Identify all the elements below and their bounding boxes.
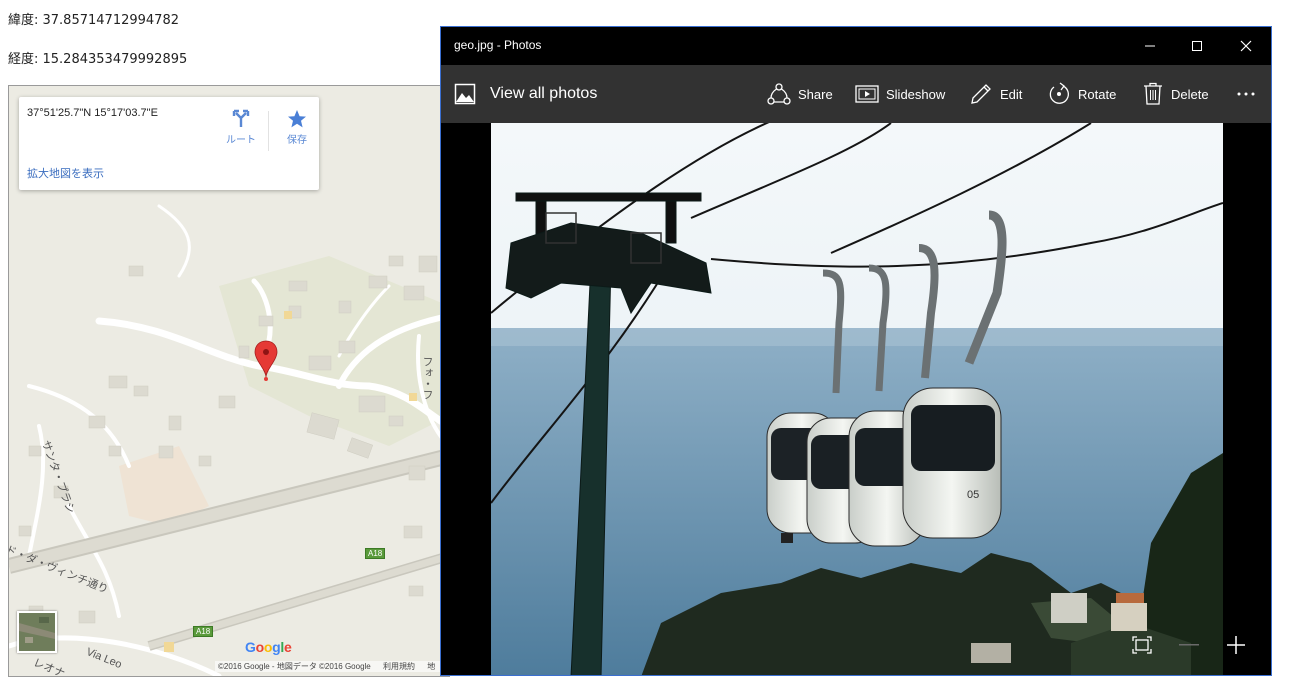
share-label: Share	[798, 86, 833, 102]
close-button[interactable]	[1223, 27, 1269, 65]
slideshow-button[interactable]: Slideshow	[855, 65, 945, 123]
edit-label: Edit	[1000, 86, 1023, 102]
delete-label: Delete	[1171, 86, 1209, 102]
view-all-photos-button[interactable]: View all photos	[454, 65, 597, 123]
close-icon	[1240, 40, 1252, 52]
terms-link[interactable]: 利用規約	[383, 662, 415, 671]
zoom-in-icon	[1227, 636, 1245, 654]
photos-icon	[454, 83, 476, 105]
directions-label: ルート	[226, 135, 256, 146]
zoom-out-button[interactable]	[1169, 625, 1209, 665]
map-footer: ©2016 Google - 地図データ ©2016 Google 利用規約 地	[215, 661, 449, 672]
rotate-label: Rotate	[1078, 86, 1117, 102]
maximize-button[interactable]	[1174, 27, 1220, 65]
minimize-button[interactable]	[1127, 27, 1173, 65]
street-label: フォ・フ	[421, 356, 433, 400]
share-icon	[767, 83, 791, 105]
cable-car-photo: 05	[491, 123, 1223, 675]
longitude-text: 経度: 15.284353479992895	[8, 52, 188, 67]
rotate-icon	[1049, 82, 1069, 104]
edit-button[interactable]: Edit	[969, 65, 1022, 123]
fit-to-screen-button[interactable]	[1122, 625, 1162, 665]
maximize-icon	[1192, 41, 1202, 51]
zoom-in-button[interactable]	[1216, 625, 1256, 665]
info-card-divider	[268, 111, 269, 151]
photo-view[interactable]: 05	[491, 123, 1223, 675]
slideshow-label: Slideshow	[886, 86, 946, 102]
place-coordinates: 37°51'25.7"N 15°17'03.7"E	[27, 107, 158, 119]
window-title: geo.jpg - Photos	[454, 38, 542, 52]
directions-icon	[219, 109, 263, 129]
share-button[interactable]: Share	[767, 65, 833, 123]
star-icon	[275, 109, 319, 129]
edit-icon	[971, 84, 991, 104]
road-shield: A18	[193, 626, 214, 637]
delete-icon	[1144, 82, 1162, 105]
latitude-text: 緯度: 37.85714712994782	[8, 13, 179, 28]
delete-button[interactable]: Delete	[1142, 65, 1209, 123]
directions-button[interactable]: ルート	[219, 109, 263, 146]
minimize-icon	[1145, 45, 1155, 47]
more-options-button[interactable]	[1233, 65, 1259, 123]
map-view[interactable]: 37°51'25.7"N 15°17'03.7"E ルート 保存 拡大地図を表示…	[8, 85, 450, 677]
photos-window: geo.jpg - Photos 05 View all photos Shar…	[440, 26, 1272, 676]
satellite-thumbnail-icon	[19, 613, 55, 651]
photo-toolbar: View all photos Share Slideshow Edit Rot…	[441, 65, 1271, 123]
cabin-number: 05	[967, 489, 979, 501]
map-copyright: ©2016 Google - 地図データ ©2016 Google	[218, 662, 371, 671]
save-place-label: 保存	[287, 135, 307, 146]
road-shield: A18	[365, 548, 386, 559]
place-info-card: 37°51'25.7"N 15°17'03.7"E ルート 保存 拡大地図を表示	[19, 97, 319, 190]
zoom-out-icon	[1179, 644, 1199, 646]
save-place-button[interactable]: 保存	[275, 109, 319, 146]
google-logo: Google	[245, 639, 292, 655]
view-larger-map-link[interactable]: 拡大地図を表示	[27, 165, 104, 181]
slideshow-icon	[855, 85, 879, 103]
view-all-photos-label: View all photos	[490, 85, 598, 102]
rotate-button[interactable]: Rotate	[1047, 65, 1116, 123]
title-bar[interactable]: geo.jpg - Photos	[441, 27, 1271, 65]
fit-screen-icon	[1132, 636, 1152, 654]
map-footer-extra: 地	[427, 662, 436, 671]
satellite-toggle[interactable]	[17, 611, 57, 653]
more-icon	[1237, 92, 1255, 96]
